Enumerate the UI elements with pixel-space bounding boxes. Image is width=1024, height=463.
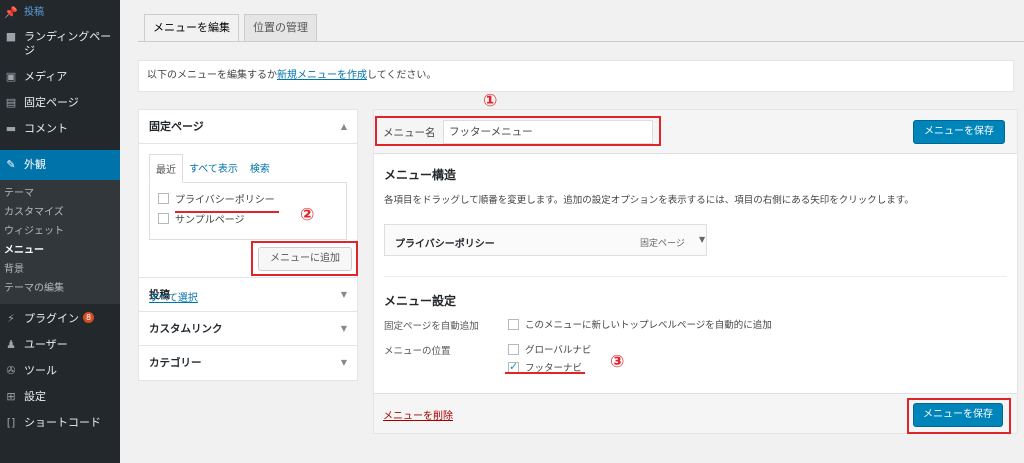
- sidebar-item-label: ツール: [24, 364, 57, 377]
- accordion-pages[interactable]: 固定ページ ▲: [139, 110, 357, 144]
- auto-add-checkbox[interactable]: [508, 318, 519, 330]
- submenu-theme-editor[interactable]: テーマの編集: [0, 279, 120, 298]
- sidebar-item-label: 設定: [24, 390, 46, 403]
- folder-icon: ■: [5, 30, 17, 43]
- subtab-recent[interactable]: 最近: [149, 154, 183, 183]
- menu-structure-title: メニュー構造: [384, 168, 457, 182]
- sidebar-item-posts[interactable]: 📌 投稿: [0, 0, 120, 22]
- accordion-custom-links[interactable]: カスタムリンク ▼: [139, 312, 357, 346]
- submenu-background[interactable]: 背景: [0, 260, 120, 279]
- page-checkbox[interactable]: [158, 213, 169, 224]
- accordion-title: カテゴリー: [149, 357, 202, 369]
- sidebar-item-plugins[interactable]: ⚡ プラグイン 8: [0, 304, 120, 332]
- submenu-widgets[interactable]: ウィジェット: [0, 222, 120, 241]
- list-item[interactable]: プライバシーポリシー: [158, 191, 338, 206]
- accordion-categories[interactable]: カテゴリー ▼: [139, 346, 357, 380]
- page-icon: ▤: [5, 96, 17, 109]
- notice-suffix: してください。: [367, 70, 437, 81]
- comment-icon: ▬: [5, 122, 17, 135]
- menu-item-privacy[interactable]: プライバシーポリシー 固定ページ ▼: [384, 224, 707, 256]
- accordion-title: 固定ページ: [149, 120, 204, 133]
- menu-management-panel: メニュー名 フッターメニュー メニューを保存 メニュー構造 各項目をドラッグして…: [373, 109, 1018, 434]
- subtab-view-all[interactable]: すべて表示: [183, 154, 244, 183]
- notice-prefix: 以下のメニューを編集するか: [147, 70, 277, 81]
- tab-manage-locations[interactable]: 位置の管理: [244, 14, 317, 41]
- sidebar-item-label: ユーザー: [24, 338, 68, 351]
- appearance-submenu: テーマ カスタマイズ ウィジェット メニュー 背景 テーマの編集: [0, 180, 120, 304]
- page-checkbox[interactable]: [158, 193, 169, 204]
- auto-add-option-label: このメニューに新しいトップレベルページを自動的に追加: [525, 320, 772, 331]
- menu-item-title: プライバシーポリシー: [395, 239, 495, 250]
- wrench-icon: ✇: [6, 364, 16, 377]
- select-all-link[interactable]: すべて選択: [149, 289, 198, 304]
- location-label: グローバルナビ: [525, 345, 592, 356]
- sidebar-item-label: コメント: [24, 122, 68, 135]
- page-label: プライバシーポリシー: [175, 195, 275, 206]
- page-label: サンプルページ: [175, 215, 245, 226]
- create-new-menu-link[interactable]: 新規メニューを作成: [277, 70, 367, 81]
- sidebar-item-shortcode[interactable]: [] ショートコード: [0, 410, 120, 436]
- menu-location-label: メニューの位置: [384, 346, 451, 357]
- sidebar-item-pages[interactable]: ▤ 固定ページ: [0, 90, 120, 116]
- sidebar-item-label: ランディングページ: [24, 30, 112, 57]
- chevron-down-icon[interactable]: ▼: [699, 235, 705, 244]
- location-checkbox-checked[interactable]: [508, 360, 519, 373]
- chevron-down-icon: ▼: [340, 358, 347, 367]
- save-menu-button-top[interactable]: メニューを保存: [913, 120, 1005, 144]
- auto-add-label: 固定ページを自動追加: [384, 321, 479, 332]
- sidebar-item-label: ショートコード: [24, 416, 101, 429]
- sidebar-item-label: メディア: [24, 70, 68, 83]
- sidebar-item-settings[interactable]: ⊞ 設定: [0, 384, 120, 410]
- pin-icon: 📌: [4, 6, 18, 19]
- tab-divider: [138, 41, 1024, 42]
- subtab-search[interactable]: 検索: [244, 154, 276, 183]
- tab-edit-menus[interactable]: メニューを編集: [144, 14, 239, 42]
- highlight-menu-name: [375, 116, 661, 146]
- underline-privacy: [175, 211, 279, 213]
- sidebar-item-label: 固定ページ: [24, 96, 79, 109]
- sidebar-item-label: 投稿: [24, 7, 44, 18]
- sidebar-item-appearance[interactable]: ✎ 外観: [0, 150, 120, 180]
- menu-structure-description: 各項目をドラッグして順番を変更します。追加の設定オプションを表示するには、項目の…: [384, 195, 914, 206]
- settings-icon: ⊞: [6, 390, 16, 403]
- shortcode-icon: []: [6, 416, 16, 429]
- pages-subtabs: 最近 すべて表示 検索: [149, 154, 347, 183]
- section-divider: [384, 276, 1007, 277]
- plugin-icon: ⚡: [7, 312, 15, 325]
- user-icon: ♟: [6, 338, 16, 351]
- menu-settings-title: メニュー設定: [384, 294, 457, 308]
- annotation-3: ③: [610, 352, 625, 372]
- sidebar-item-landing-page[interactable]: ■ ランディングページ: [0, 22, 120, 64]
- menu-item-type: 固定ページ: [640, 239, 685, 249]
- media-icon: ▣: [5, 70, 17, 83]
- sidebar-item-comments[interactable]: ▬ コメント: [0, 116, 120, 142]
- highlight-add-button: [251, 241, 358, 276]
- chevron-down-icon: ▼: [340, 290, 347, 299]
- sidebar-item-users[interactable]: ♟ ユーザー: [0, 332, 120, 358]
- annotation-2: ②: [300, 205, 315, 225]
- sidebar-item-tools[interactable]: ✇ ツール: [0, 358, 120, 384]
- accordion-title: カスタムリンク: [149, 323, 223, 335]
- chevron-up-icon: ▲: [340, 122, 347, 131]
- edit-menu-notice: 以下のメニューを編集するか新規メニューを作成してください。: [138, 60, 1014, 92]
- chevron-down-icon: ▼: [340, 324, 347, 333]
- submenu-menus[interactable]: メニュー: [0, 241, 120, 260]
- sidebar-item-media[interactable]: ▣ メディア: [0, 64, 120, 90]
- sidebar-item-label: 外観: [24, 158, 46, 171]
- auto-add-option[interactable]: このメニューに新しいトップレベルページを自動的に追加: [508, 317, 772, 331]
- admin-sidebar: 📌 投稿 ■ ランディングページ ▣ メディア ▤ 固定ページ ▬ コメント ✎…: [0, 0, 120, 463]
- location-option-global[interactable]: グローバルナビ: [508, 342, 591, 356]
- brush-icon: ✎: [6, 158, 16, 171]
- sidebar-item-label: プラグイン: [24, 312, 79, 325]
- location-checkbox[interactable]: [508, 343, 519, 355]
- update-count-badge: 8: [83, 312, 94, 323]
- underline-footer-nav: [505, 372, 585, 374]
- annotation-1: ①: [483, 91, 498, 111]
- highlight-save-button: [907, 398, 1011, 434]
- delete-menu-link[interactable]: メニューを削除: [383, 407, 453, 422]
- submenu-customize[interactable]: カスタマイズ: [0, 203, 120, 222]
- submenu-themes[interactable]: テーマ: [0, 184, 120, 203]
